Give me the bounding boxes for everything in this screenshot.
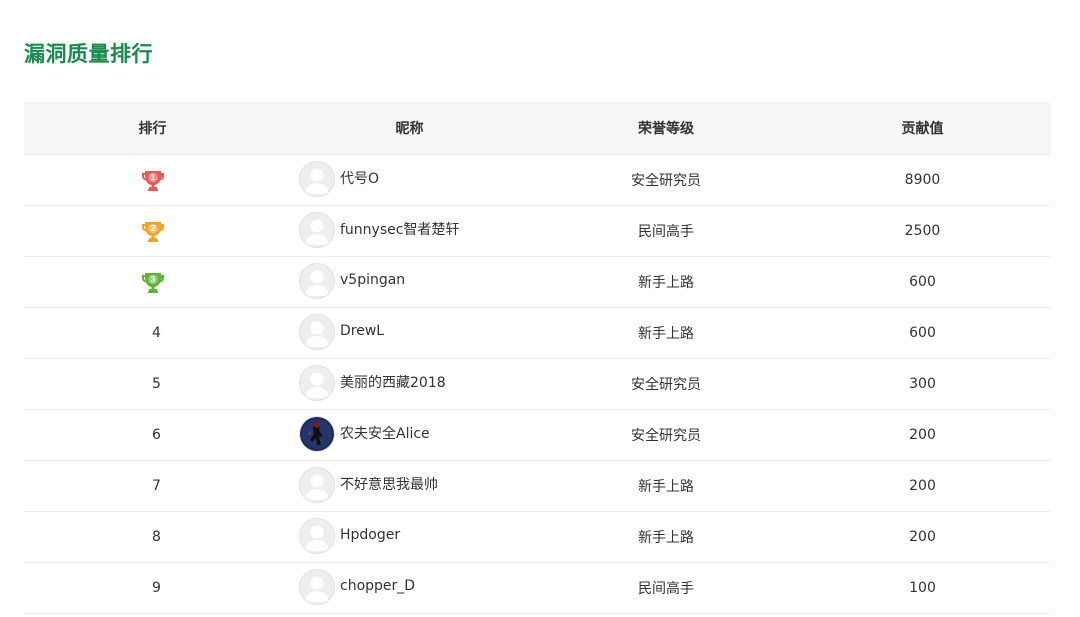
- header-nickname: 昵称: [281, 102, 538, 155]
- rank-number: 8: [152, 529, 161, 545]
- level-cell: 新手上路: [538, 256, 794, 308]
- rank-cell: 7: [24, 460, 281, 512]
- nickname-cell: 农夫安全Alice: [281, 409, 538, 461]
- table-row: 1 代号O 安全研究员 8900: [24, 154, 1051, 206]
- score-cell: 600: [794, 307, 1051, 359]
- table-row: 5 美丽的西藏2018 安全研究员 300: [24, 358, 1051, 410]
- svg-text:2: 2: [150, 224, 155, 233]
- nickname-cell: funnysec智者楚轩: [281, 205, 538, 257]
- header-score: 贡献值: [794, 102, 1051, 155]
- nickname-cell: Hpdoger: [281, 511, 538, 563]
- nickname-cell: DrewL: [281, 307, 538, 359]
- table-row: 6 农夫安全Alice 安全研究员 200: [24, 409, 1051, 461]
- score-cell: 600: [794, 256, 1051, 308]
- table-row: 3 v5pingan 新手上路 600: [24, 256, 1051, 308]
- nickname-link[interactable]: DrewL: [340, 323, 384, 339]
- header-rank: 排行: [24, 102, 281, 155]
- rank-number: 4: [152, 325, 161, 341]
- nickname-cell: chopper_D: [281, 562, 538, 614]
- page-title: 漏洞质量排行: [24, 42, 153, 66]
- rank-number: 5: [152, 376, 161, 392]
- level-cell: 民间高手: [538, 562, 794, 614]
- avatar-icon[interactable]: [299, 365, 335, 401]
- score-cell: 300: [794, 358, 1051, 410]
- level-cell: 新手上路: [538, 460, 794, 512]
- score-cell: 2500: [794, 205, 1051, 257]
- nickname-link[interactable]: v5pingan: [340, 272, 405, 288]
- table-row: 2 funnysec智者楚轩 民间高手 2500: [24, 205, 1051, 257]
- trophy-green-icon: 3: [140, 269, 166, 295]
- nickname-cell: 代号O: [281, 154, 538, 206]
- table-row: 7 不好意思我最帅 新手上路 200: [24, 460, 1051, 512]
- avatar-icon[interactable]: [299, 314, 335, 350]
- table-body: 1 代号O 安全研究员 8900 2 funnysec智者楚轩 民间高手 2500 3 v5pin…: [24, 154, 1051, 614]
- nickname-link[interactable]: 农夫安全Alice: [340, 423, 430, 443]
- nickname-link[interactable]: chopper_D: [340, 578, 415, 594]
- score-cell: 200: [794, 460, 1051, 512]
- level-cell: 安全研究员: [538, 154, 794, 206]
- table-row: 8 Hpdoger 新手上路 200: [24, 511, 1051, 563]
- header-level: 荣誉等级: [538, 102, 794, 155]
- rank-number: 9: [152, 580, 161, 596]
- avatar-icon[interactable]: [299, 569, 335, 605]
- score-cell: 200: [794, 409, 1051, 461]
- svg-text:1: 1: [150, 173, 155, 182]
- level-cell: 民间高手: [538, 205, 794, 257]
- nickname-link[interactable]: 美丽的西藏2018: [340, 372, 446, 392]
- rank-cell: 6: [24, 409, 281, 461]
- rank-number: 7: [152, 478, 161, 494]
- score-cell: 100: [794, 562, 1051, 614]
- avatar-icon[interactable]: [299, 212, 335, 248]
- ranking-table: 排行 昵称 荣誉等级 贡献值 1 代号O 安全研究员 8900 2 funnysec智者楚…: [24, 102, 1051, 614]
- nickname-cell: 不好意思我最帅: [281, 460, 538, 512]
- rank-number: 6: [152, 427, 161, 443]
- photo-avatar-icon[interactable]: [299, 416, 335, 452]
- avatar-icon[interactable]: [299, 161, 335, 197]
- avatar-icon[interactable]: [299, 467, 335, 503]
- level-cell: 安全研究员: [538, 409, 794, 461]
- table-row: 4 DrewL 新手上路 600: [24, 307, 1051, 359]
- nickname-link[interactable]: Hpdoger: [340, 527, 400, 543]
- nickname-link[interactable]: 不好意思我最帅: [340, 474, 438, 494]
- rank-cell: 1: [24, 154, 281, 206]
- level-cell: 安全研究员: [538, 358, 794, 410]
- ranking-page: 漏洞质量排行 排行 昵称 荣誉等级 贡献值 1 代号O 安全研究员 8900 2 funn…: [0, 0, 1080, 617]
- rank-cell: 2: [24, 205, 281, 257]
- rank-cell: 9: [24, 562, 281, 614]
- nickname-link[interactable]: funnysec智者楚轩: [340, 219, 459, 239]
- rank-cell: 8: [24, 511, 281, 563]
- trophy-red-icon: 1: [140, 167, 166, 193]
- table-row: 9 chopper_D 民间高手 100: [24, 562, 1051, 614]
- score-cell: 200: [794, 511, 1051, 563]
- rank-cell: 3: [24, 256, 281, 308]
- svg-text:3: 3: [150, 275, 155, 284]
- level-cell: 新手上路: [538, 511, 794, 563]
- rank-cell: 4: [24, 307, 281, 359]
- rank-cell: 5: [24, 358, 281, 410]
- nickname-cell: v5pingan: [281, 256, 538, 308]
- level-cell: 新手上路: [538, 307, 794, 359]
- avatar-icon[interactable]: [299, 263, 335, 299]
- avatar-icon[interactable]: [299, 518, 335, 554]
- nickname-link[interactable]: 代号O: [340, 168, 379, 188]
- score-cell: 8900: [794, 154, 1051, 206]
- nickname-cell: 美丽的西藏2018: [281, 358, 538, 410]
- trophy-orange-icon: 2: [140, 218, 166, 244]
- table-header-row: 排行 昵称 荣誉等级 贡献值: [24, 102, 1051, 155]
